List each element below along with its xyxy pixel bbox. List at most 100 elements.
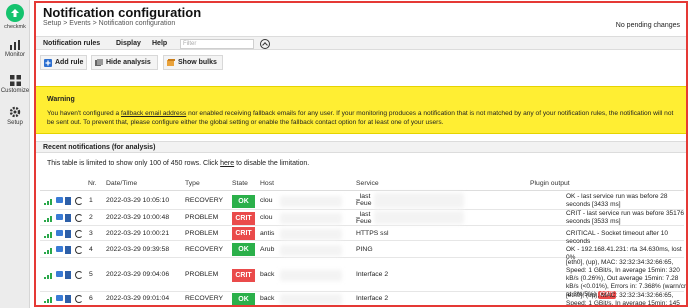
redacted-service (374, 193, 464, 208)
table-row: 3 2022-03-29 10:00:21 PROBLEM CRIT antis HTTP… (40, 226, 684, 245)
output-text: [eth0], (up), MAC: 32:32:34:32:66:65, Sp… (566, 292, 680, 307)
menu-help[interactable]: Help (152, 40, 167, 47)
row-service[interactable]: PING (356, 246, 373, 253)
replay-icon[interactable] (75, 246, 83, 254)
replay-icon[interactable] (75, 295, 83, 303)
replay-icon[interactable] (75, 197, 83, 205)
row-nr: 4 (89, 246, 93, 253)
menu-notification-rules[interactable]: Notification rules (43, 40, 100, 47)
breadcrumb[interactable]: Setup > Events > Notification configurat… (43, 20, 175, 27)
row-type: PROBLEM (185, 271, 219, 278)
redacted-host (280, 196, 342, 207)
row-type: PROBLEM (185, 230, 219, 237)
sidebar-item-label: Monitor (4, 52, 25, 58)
sidebar-item-monitor[interactable]: Monitor (0, 40, 30, 58)
analyze-icon[interactable] (65, 271, 71, 279)
state-badge: CRIT (232, 212, 255, 225)
customize-icon (9, 75, 21, 86)
sidebar-item-label: Customize (0, 88, 30, 94)
recent-notifications-header[interactable]: Recent notifications (for analysis) (36, 141, 686, 153)
menubar: Notification rules Display Help Filter (36, 36, 686, 50)
show-bulks-label: Show bulks (178, 59, 217, 66)
column-header-nr[interactable]: Nr. (88, 180, 97, 187)
signal-icon[interactable] (44, 248, 53, 254)
row-type: RECOVERY (185, 197, 224, 204)
warning-title: Warning (47, 96, 75, 103)
add-rule-label: Add rule (55, 59, 84, 66)
notification-context-icon[interactable] (56, 214, 63, 220)
column-header-service[interactable]: Service (356, 180, 379, 187)
row-type: RECOVERY (185, 246, 224, 253)
column-header-type[interactable]: Type (185, 180, 200, 187)
checkmk-logo-icon[interactable] (6, 4, 24, 22)
signal-icon[interactable] (44, 216, 53, 222)
column-header-host[interactable]: Host (260, 180, 274, 187)
notification-context-icon[interactable] (56, 246, 63, 252)
row-host[interactable]: back (260, 295, 274, 302)
add-icon (44, 59, 52, 67)
row-host[interactable]: back (260, 271, 274, 278)
analyze-icon[interactable] (65, 246, 71, 254)
row-datetime: 2022-03-29 09:39:58 (106, 246, 170, 253)
signal-icon[interactable] (44, 297, 53, 303)
analyze-icon[interactable] (65, 214, 71, 222)
disable-limit-link[interactable]: here (220, 160, 234, 167)
notification-context-icon[interactable] (56, 295, 63, 301)
sidebar-item-setup[interactable]: Setup (0, 106, 30, 126)
collapse-menu-icon[interactable] (260, 39, 270, 49)
row-nr: 5 (89, 271, 93, 278)
replay-icon[interactable] (75, 230, 83, 238)
signal-icon[interactable] (44, 273, 53, 279)
add-rule-button[interactable]: Add rule (40, 55, 87, 70)
row-nr: 1 (89, 197, 93, 204)
signal-icon[interactable] (44, 199, 53, 205)
state-badge: OK (232, 243, 255, 256)
row-service[interactable]: _last Feue (356, 211, 372, 225)
replay-icon[interactable] (75, 271, 83, 279)
row-service[interactable]: _last Feue (356, 193, 372, 207)
table-row: 2 2022-03-29 10:00:48 PROBLEM CRIT clou _last… (40, 210, 684, 226)
notification-context-icon[interactable] (56, 197, 63, 203)
row-nr: 2 (89, 214, 93, 221)
analyze-icon[interactable] (65, 197, 71, 205)
row-datetime: 2022-03-29 10:00:21 (106, 230, 170, 237)
state-badge: CRIT (232, 269, 255, 282)
replay-icon[interactable] (75, 214, 83, 222)
state-badge: OK (232, 293, 255, 305)
pending-changes-status[interactable]: No pending changes (616, 22, 680, 29)
signal-icon[interactable] (44, 232, 53, 238)
sidebar-item-customize[interactable]: Customize (0, 75, 30, 94)
row-datetime: 2022-03-29 10:05:10 (106, 197, 170, 204)
row-host[interactable]: Arub (260, 246, 274, 253)
state-badge: CRIT (232, 227, 255, 240)
analyze-icon[interactable] (65, 295, 71, 303)
warning-box: Warning You haven't configured a fallbac… (36, 86, 686, 134)
fallback-email-link[interactable]: fallback email address (121, 110, 186, 117)
redacted-host (280, 229, 342, 240)
redacted-host (280, 270, 342, 281)
recent-notifications-title: Recent notifications (for analysis) (43, 144, 156, 151)
column-header-state[interactable]: State (232, 180, 248, 187)
notification-context-icon[interactable] (56, 271, 63, 277)
filter-input[interactable]: Filter (180, 39, 254, 49)
row-type: RECOVERY (185, 295, 224, 302)
column-header-datetime[interactable]: Date/Time (106, 180, 137, 187)
row-datetime: 2022-03-29 09:04:06 (106, 271, 170, 278)
table-row: 4 2022-03-29 09:39:58 RECOVERY OK Arub PING OK… (40, 241, 684, 261)
warning-text: You haven't configured a fallback email … (47, 109, 679, 127)
row-host[interactable]: antis (260, 230, 274, 237)
analyze-icon[interactable] (65, 230, 71, 238)
row-datetime: 2022-03-29 09:01:04 (106, 295, 170, 302)
row-host[interactable]: clou (260, 214, 272, 221)
show-bulks-button[interactable]: Show bulks (163, 55, 223, 70)
gear-icon (9, 106, 21, 118)
column-header-plugin-output[interactable]: Plugin output (530, 180, 570, 187)
monitor-icon (10, 40, 20, 50)
table-row: 1 2022-03-29 10:05:10 RECOVERY OK clou _last … (40, 192, 684, 210)
sidebar: checkmk Monitor Customize Setup (0, 0, 30, 308)
sidebar-item-label: Setup (7, 120, 23, 126)
notification-context-icon[interactable] (56, 230, 63, 236)
hide-analysis-button[interactable]: Hide analysis (91, 55, 158, 70)
menu-display[interactable]: Display (116, 40, 141, 47)
row-host[interactable]: clou (260, 197, 272, 204)
